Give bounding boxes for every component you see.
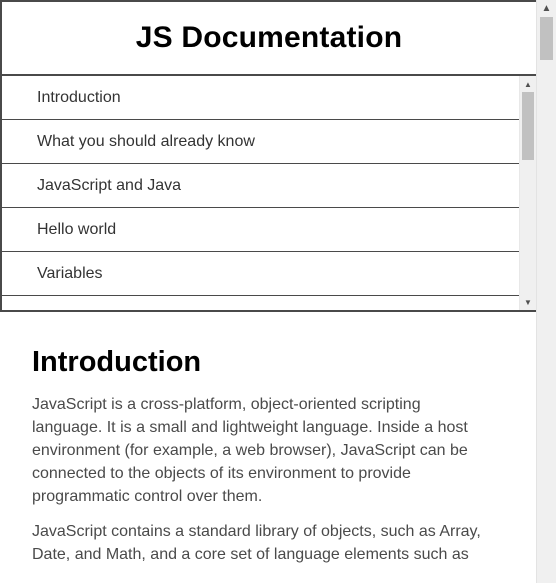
nav-header: JS Documentation <box>2 2 536 76</box>
page-viewport: JS Documentation Introduction What you s… <box>0 0 556 583</box>
scroll-down-arrow-icon[interactable]: ▼ <box>520 294 536 310</box>
paragraph-line: Date, and Math, and a core set of langua… <box>32 546 469 563</box>
nav-list: Introduction What you should already kno… <box>2 76 519 310</box>
navbar: JS Documentation Introduction What you s… <box>0 0 536 312</box>
nav-link-partial[interactable] <box>2 296 519 310</box>
nav-scrollbar[interactable]: ▲ ▼ <box>519 76 536 310</box>
page-scrollbar[interactable]: ▲ <box>536 0 556 583</box>
page-scroll-up-arrow-icon[interactable]: ▲ <box>537 0 556 17</box>
scroll-up-arrow-icon[interactable]: ▲ <box>520 76 536 92</box>
paragraph-line: connected to the objects of its environm… <box>32 465 411 482</box>
nav-link-introduction[interactable]: Introduction <box>2 76 519 120</box>
nav-list-container[interactable]: Introduction What you should already kno… <box>2 76 536 310</box>
paragraph-1: JavaScript is a cross-platform, object-o… <box>32 393 536 508</box>
paragraph-line: environment (for example, a web browser)… <box>32 442 468 459</box>
paragraph-2: JavaScript contains a standard library o… <box>32 520 536 566</box>
paragraph-line: JavaScript is a cross-platform, object-o… <box>32 396 421 413</box>
main-content: Introduction JavaScript is a cross-platf… <box>0 312 536 583</box>
nav-link-javascript-and-java[interactable]: JavaScript and Java <box>2 164 519 208</box>
nav-scroll-thumb[interactable] <box>522 92 534 160</box>
nav-link-what-you-should-already-know[interactable]: What you should already know <box>2 120 519 164</box>
paragraph-line: language. It is a small and lightweight … <box>32 419 468 436</box>
paragraph-line: JavaScript contains a standard library o… <box>32 523 481 540</box>
paragraph-line: programmatic control over them. <box>32 488 263 505</box>
section-title: Introduction <box>32 346 202 378</box>
nav-link-variables[interactable]: Variables <box>2 252 519 296</box>
nav-title: JS Documentation <box>135 21 403 54</box>
page-scroll-thumb[interactable] <box>540 17 553 60</box>
nav-link-hello-world[interactable]: Hello world <box>2 208 519 252</box>
